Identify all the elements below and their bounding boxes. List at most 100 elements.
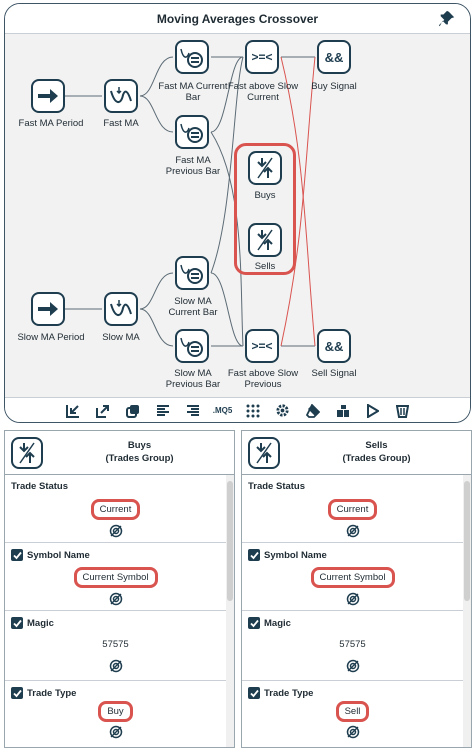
blocks-icon[interactable] xyxy=(332,401,354,421)
symbol-name-value[interactable]: Current Symbol xyxy=(5,567,226,588)
export-icon[interactable] xyxy=(92,401,114,421)
sells-node[interactable] xyxy=(248,223,282,257)
grid-icon[interactable] xyxy=(242,401,264,421)
symbol-name-value[interactable]: Current Symbol xyxy=(242,567,463,588)
field-label: Trade Type xyxy=(248,687,313,699)
fast-above-slow-previous-node[interactable]: >=< xyxy=(245,329,279,363)
checkbox[interactable] xyxy=(248,617,260,629)
slow-ma-current-bar-label: Slow MA Current Bar xyxy=(168,296,218,318)
trades-group-icon xyxy=(19,442,35,464)
play-icon[interactable] xyxy=(362,401,384,421)
and-symbol: && xyxy=(324,338,344,354)
slow-ma-node[interactable] xyxy=(104,292,138,326)
pin-icon[interactable] xyxy=(438,10,456,28)
trade-type-section: Trade Type Sell xyxy=(242,681,463,747)
sells-panel-icon-box xyxy=(248,437,280,469)
fast-above-slow-current-label: Fast above Slow Current xyxy=(227,81,299,103)
link-target-icon[interactable] xyxy=(109,725,123,739)
trade-type-value[interactable]: Buy xyxy=(5,701,226,722)
trade-status-value[interactable]: Current xyxy=(242,499,463,520)
link-target-icon[interactable] xyxy=(109,592,123,606)
check-icon xyxy=(249,619,259,627)
checkbox[interactable] xyxy=(248,549,260,561)
copy-icon[interactable] xyxy=(122,401,144,421)
trades-group-icon xyxy=(257,157,273,179)
magic-value[interactable]: 57575 xyxy=(5,637,226,652)
magic-value[interactable]: 57575 xyxy=(242,637,463,652)
field-label: Trade Status xyxy=(11,481,69,492)
sell-signal-node[interactable]: && xyxy=(317,329,351,363)
buys-node[interactable] xyxy=(248,151,282,185)
symbol-name-section: Symbol Name Current Symbol xyxy=(5,543,226,611)
fast-ma-node[interactable] xyxy=(104,79,138,113)
trash-icon[interactable] xyxy=(392,401,414,421)
eraser-icon[interactable] xyxy=(302,401,324,421)
fast-ma-current-bar-label: Fast MA Current Bar xyxy=(158,81,228,103)
fast-ma-period-node[interactable] xyxy=(31,79,65,113)
link-target-icon[interactable] xyxy=(346,659,360,673)
align-right-icon[interactable] xyxy=(182,401,204,421)
panel-title: Sells (Trades Group) xyxy=(342,440,411,464)
link-target-icon[interactable] xyxy=(346,725,360,739)
align-left-icon[interactable] xyxy=(152,401,174,421)
slow-ma-previous-bar-label: Slow MA Previous Bar xyxy=(165,368,221,390)
scrollbar-thumb[interactable] xyxy=(227,481,233,601)
checkbox[interactable] xyxy=(248,687,260,699)
field-label: Magic xyxy=(11,617,54,629)
gear-icon[interactable] xyxy=(272,401,294,421)
checkbox[interactable] xyxy=(11,617,23,629)
bar-value-icon xyxy=(180,337,203,357)
sell-signal-label: Sell Signal xyxy=(311,368,357,379)
mq5-export-button[interactable]: .MQ5 xyxy=(212,401,234,421)
arrow-right-icon xyxy=(38,89,58,103)
scrollbar[interactable] xyxy=(463,475,471,747)
buys-panel-icon-box xyxy=(11,437,43,469)
panel-title: Buys (Trades Group) xyxy=(105,440,174,464)
field-label: Symbol Name xyxy=(11,549,90,561)
slow-ma-previous-bar-node[interactable] xyxy=(175,329,209,363)
bar-value-icon xyxy=(180,264,203,284)
check-icon xyxy=(12,689,22,697)
field-label: Trade Status xyxy=(248,481,306,492)
moving-average-icon xyxy=(110,87,132,103)
fast-ma-previous-bar-node[interactable] xyxy=(175,115,209,149)
trades-group-icon xyxy=(256,442,272,464)
trade-status-section: Trade Status Current xyxy=(242,475,463,543)
slow-ma-period-label: Slow MA Period xyxy=(17,332,85,343)
bar-value-icon xyxy=(180,123,203,143)
buy-signal-node[interactable]: && xyxy=(317,40,351,74)
slow-ma-current-bar-node[interactable] xyxy=(175,256,209,290)
graph-window: Moving Averages Crossover Fast MA Period… xyxy=(4,3,471,423)
trade-type-value[interactable]: Sell xyxy=(242,701,463,722)
trade-status-value[interactable]: Current xyxy=(5,499,226,520)
check-icon xyxy=(12,551,22,559)
slow-ma-period-node[interactable] xyxy=(31,292,65,326)
field-label: Trade Type xyxy=(11,687,76,699)
field-label: Magic xyxy=(248,617,291,629)
link-target-icon[interactable] xyxy=(109,659,123,673)
arrow-right-icon xyxy=(38,302,58,316)
graph-canvas[interactable]: Fast MA Period Fast MA Fast MA Current B… xyxy=(5,35,470,395)
import-icon[interactable] xyxy=(62,401,84,421)
link-target-icon[interactable] xyxy=(109,524,123,538)
checkbox[interactable] xyxy=(11,549,23,561)
bottom-toolbar: .MQ5 xyxy=(5,397,470,422)
sells-label: Sells xyxy=(254,261,276,272)
scrollbar-thumb[interactable] xyxy=(464,481,470,601)
buys-panel: Buys (Trades Group) Trade Status Current… xyxy=(4,430,235,748)
link-target-icon[interactable] xyxy=(346,592,360,606)
panel-header: Buys (Trades Group) xyxy=(5,431,234,475)
link-target-icon[interactable] xyxy=(346,524,360,538)
trade-type-section: Trade Type Buy xyxy=(5,681,226,747)
panel-header: Sells (Trades Group) xyxy=(242,431,471,475)
fast-ma-current-bar-node[interactable] xyxy=(175,40,209,74)
slow-ma-label: Slow MA xyxy=(102,332,140,343)
and-symbol: && xyxy=(324,49,344,65)
checkbox[interactable] xyxy=(11,687,23,699)
fast-above-slow-current-node[interactable]: >=< xyxy=(245,40,279,74)
buy-signal-label: Buy Signal xyxy=(311,81,357,92)
sells-panel: Sells (Trades Group) Trade Status Curren… xyxy=(241,430,472,748)
magic-section: Magic 57575 xyxy=(242,611,463,681)
magic-section: Magic 57575 xyxy=(5,611,226,681)
scrollbar[interactable] xyxy=(226,475,234,747)
